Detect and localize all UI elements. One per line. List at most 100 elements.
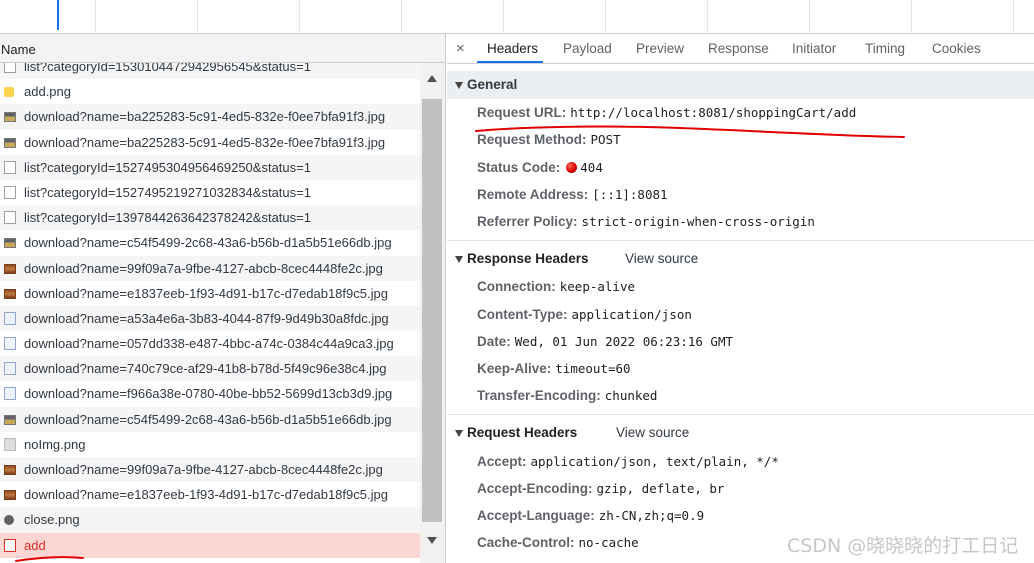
request-row[interactable]: download?name=a53a4e6a-3b83-4044-87f9-9d… — [0, 305, 420, 332]
scroll-up-arrow-icon[interactable] — [427, 75, 437, 82]
request-details-pane: × Headers Payload Preview Response Initi… — [447, 34, 1034, 563]
file-type-icon — [4, 465, 16, 475]
request-row[interactable]: noImg.png — [0, 432, 420, 457]
tab-initiator[interactable]: Initiator — [792, 41, 836, 56]
network-timeline-overview[interactable] — [0, 0, 1034, 34]
timeline-gridline — [503, 0, 504, 34]
file-type-icon — [4, 185, 16, 199]
request-row[interactable]: download?name=057dd338-e487-4bbc-a74c-03… — [0, 331, 420, 356]
response-headers-title: Response Headers — [467, 251, 589, 266]
collapse-triangle-icon — [455, 82, 463, 89]
transfer-encoding-row: Transfer-Encoding: chunked — [477, 388, 657, 403]
request-name: close.png — [24, 512, 80, 528]
request-name: download?name=ba225283-5c91-4ed5-832e-f0… — [24, 109, 386, 125]
request-name: download?name=e1837eeb-1f93-4d91-b17c-d7… — [24, 487, 388, 503]
keep-alive-value: timeout=60 — [555, 361, 631, 376]
status-code-row: Status Code: 404 — [477, 160, 603, 175]
file-type-icon — [4, 437, 16, 451]
file-type-icon — [4, 87, 14, 98]
request-row[interactable]: add.png — [0, 79, 420, 104]
request-row[interactable]: download?name=ba225283-5c91-4ed5-832e-f0… — [0, 130, 420, 155]
request-name: download?name=f966a38e-0780-40be-bb52-56… — [24, 386, 393, 402]
request-row[interactable]: download?name=c54f5499-2c68-43a6-b56b-d1… — [0, 406, 420, 432]
request-row[interactable]: download?name=c54f5499-2c68-43a6-b56b-d1… — [0, 230, 420, 255]
name-column-header[interactable]: Name — [0, 34, 445, 63]
general-section-header[interactable]: General — [447, 71, 1034, 99]
request-row[interactable]: download?name=e1837eeb-1f93-4d91-b17c-d7… — [0, 482, 420, 507]
file-type-icon — [4, 311, 16, 325]
tab-payload[interactable]: Payload — [563, 41, 612, 56]
close-icon[interactable]: × — [456, 40, 465, 57]
tab-headers[interactable]: Headers — [487, 41, 538, 56]
accept-row: Accept: application/json, text/plain, */* — [477, 454, 779, 469]
tab-timing[interactable]: Timing — [865, 41, 905, 56]
accept-language-label: Accept-Language: — [477, 508, 595, 523]
response-view-source-link[interactable]: View source — [625, 245, 698, 273]
request-row[interactable]: download?name=ba225283-5c91-4ed5-832e-f0… — [0, 104, 420, 130]
request-row[interactable]: download?name=99f09a7a-9fbe-4127-abcb-8c… — [0, 457, 420, 483]
file-type-icon — [4, 263, 16, 274]
request-row[interactable]: download?name=e1837eeb-1f93-4d91-b17c-d7… — [0, 281, 420, 306]
request-row[interactable]: download?name=f966a38e-0780-40be-bb52-56… — [0, 381, 420, 406]
file-type-icon — [4, 538, 16, 552]
cache-control-value: no-cache — [578, 535, 639, 550]
section-divider — [447, 240, 1034, 241]
connection-row: Connection: keep-alive — [477, 279, 635, 294]
request-list-pane: Name list?categoryId=1530104472942956545… — [0, 34, 446, 563]
request-row[interactable]: list?categoryId=1397844263642378242&stat… — [0, 205, 420, 231]
request-name: download?name=c54f5499-2c68-43a6-b56b-d1… — [24, 411, 392, 427]
file-type-icon — [4, 288, 16, 299]
request-view-source-link[interactable]: View source — [616, 419, 689, 447]
referrer-policy-label: Referrer Policy: — [477, 214, 578, 229]
request-method-row: Request Method: POST — [477, 132, 621, 147]
section-divider — [447, 414, 1034, 415]
tab-response[interactable]: Response — [708, 41, 769, 56]
tab-preview[interactable]: Preview — [636, 41, 684, 56]
request-row[interactable]: close.png — [0, 507, 420, 533]
request-row[interactable]: list?categoryId=1527495304956469250&stat… — [0, 154, 420, 180]
collapse-triangle-icon — [455, 256, 463, 263]
timeline-gridline — [809, 0, 810, 34]
csdn-watermark: CSDN @晓晓晓的打工日记 — [787, 535, 1019, 557]
request-name: download?name=e1837eeb-1f93-4d91-b17c-d7… — [24, 285, 388, 301]
date-row: Date: Wed, 01 Jun 2022 06:23:16 GMT — [477, 334, 733, 349]
file-type-icon — [4, 515, 14, 526]
file-type-icon — [4, 414, 16, 425]
tab-cookies[interactable]: Cookies — [932, 41, 981, 56]
request-name: download?name=c54f5499-2c68-43a6-b56b-d1… — [24, 235, 392, 251]
request-name: download?name=99f09a7a-9fbe-4127-abcb-8c… — [24, 260, 383, 276]
request-row[interactable]: download?name=740c79ce-af29-41b8-b78d-5f… — [0, 356, 420, 382]
request-name: noImg.png — [24, 436, 86, 452]
timeline-gridline — [707, 0, 708, 34]
file-type-icon — [4, 211, 16, 225]
request-name: download?name=740c79ce-af29-41b8-b78d-5f… — [24, 361, 387, 377]
request-name: list?categoryId=1527495304956469250&stat… — [24, 159, 311, 175]
request-row[interactable]: list?categoryId=1527495219271032834&stat… — [0, 180, 420, 205]
collapse-triangle-icon — [455, 430, 463, 437]
request-list-scrollbar[interactable] — [420, 63, 445, 563]
request-method-label: Request Method: — [477, 132, 587, 147]
request-row[interactable]: list?categoryId=1530104472942956545&stat… — [0, 63, 420, 80]
scroll-down-arrow-icon[interactable] — [427, 537, 437, 544]
file-type-icon — [4, 387, 16, 401]
scrollbar-thumb[interactable] — [422, 99, 442, 522]
request-row-selected[interactable]: add — [0, 532, 420, 558]
response-headers-section-header[interactable]: Response Headers View source — [447, 245, 1034, 273]
content-type-row: Content-Type: application/json — [477, 307, 692, 322]
request-headers-section-header[interactable]: Request Headers View source — [447, 419, 1034, 447]
request-list: list?categoryId=1530104472942956545&stat… — [0, 63, 420, 563]
remote-address-value: [::1]:8081 — [592, 187, 668, 202]
accept-encoding-label: Accept-Encoding: — [477, 481, 593, 496]
request-rows: list?categoryId=1530104472942956545&stat… — [0, 63, 420, 558]
timeline-gridline — [401, 0, 402, 34]
connection-label: Connection: — [477, 279, 556, 294]
accept-language-value: zh-CN,zh;q=0.9 — [598, 508, 705, 523]
file-type-icon — [4, 112, 16, 123]
active-tab-indicator — [477, 61, 543, 63]
keep-alive-row: Keep-Alive: timeout=60 — [477, 361, 631, 376]
request-name: download?name=99f09a7a-9fbe-4127-abcb-8c… — [24, 462, 383, 477]
referrer-policy-row: Referrer Policy: strict-origin-when-cross… — [477, 214, 815, 229]
request-row[interactable]: download?name=99f09a7a-9fbe-4127-abcb-8c… — [0, 255, 420, 281]
accept-language-row: Accept-Language: zh-CN,zh;q=0.9 — [477, 508, 704, 523]
timeline-gridline — [95, 0, 96, 34]
